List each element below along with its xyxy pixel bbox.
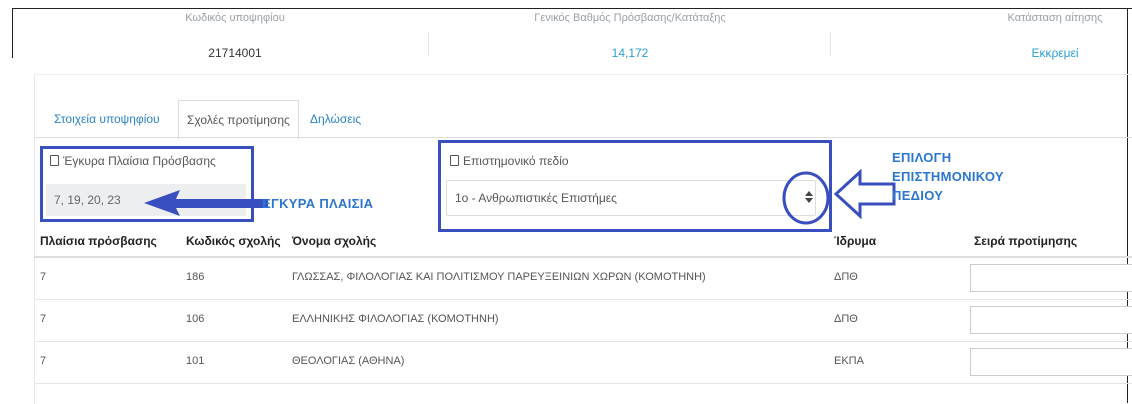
- cell-code: 186: [186, 271, 205, 283]
- preference-order-input[interactable]: [970, 306, 1132, 334]
- cell-frame: 7: [40, 313, 47, 325]
- scientific-field-highlight-box: [438, 140, 832, 232]
- candidate-code-label: Κωδικός υποψηφίου: [185, 12, 285, 24]
- field-select-annotation-line2: ΕΠΙΣΤΗΜΟΝΙΚΟΥ: [892, 169, 1004, 184]
- table-row: 7 106 ΕΛΛΗΝΙΚΗΣ ΦΙΛΟΛΟΓΙΑΣ (ΚΟΜΟΤΗΝΗ) ΔΠ…: [34, 300, 1132, 342]
- valid-fields-annotation: ΕΓΚΥΡΑ ΠΛΑΙΣΙΑ: [262, 196, 374, 211]
- preference-order-input[interactable]: [970, 264, 1132, 292]
- header-school-code: Κωδικός σχολής: [186, 234, 281, 248]
- select-circle-annotation: [782, 171, 830, 225]
- tab-underline: [34, 137, 1132, 138]
- table-row: 7 101 ΘΕΟΛΟΓΙΑΣ (ΑΘΗΝΑ) ΕΚΠΑ: [34, 342, 1132, 384]
- header-access-frames: Πλαίσια πρόσβασης: [40, 234, 157, 248]
- cell-institution: ΕΚΠΑ: [834, 355, 864, 367]
- grade-value: 14,172: [611, 46, 649, 60]
- field-select-annotation-line3: ΠΕΔΙΟΥ: [892, 188, 944, 203]
- summary-divider: [428, 32, 429, 56]
- cell-institution: ΔΠΘ: [834, 271, 858, 283]
- cell-code: 106: [186, 313, 205, 325]
- outlined-left-arrow-annotation: [833, 168, 896, 220]
- cell-code: 101: [186, 355, 205, 367]
- field-select-annotation-line1: ΕΠΙΛΟΓΗ: [892, 150, 952, 165]
- status-value: Εκκρεμεί: [1031, 46, 1079, 60]
- tab-declarations[interactable]: Δηλώσεις: [302, 100, 369, 138]
- header-preference-order: Σειρά προτίμησης: [974, 234, 1078, 248]
- header-school-name: Όνομα σχολής: [292, 234, 377, 248]
- status-block: Κατάσταση αίτησης Εκκρεμεί: [990, 12, 1120, 60]
- header-institution: Ίδρυμα: [834, 234, 877, 248]
- screenshot-frame-top: [12, 8, 1132, 9]
- tab-school-preferences[interactable]: Σχολές προτίμησης: [178, 100, 299, 140]
- table-header: Πλαίσια πρόσβασης Κωδικός σχολής Όνομα σ…: [34, 228, 1132, 258]
- grade-block: Γενικός Βαθμός Πρόσβασης/Κατάταξης 14,17…: [500, 12, 760, 60]
- status-label: Κατάσταση αίτησης: [1007, 12, 1103, 24]
- candidate-code-block: Κωδικός υποψηφίου 21714001: [150, 12, 320, 60]
- cell-frame: 7: [40, 271, 47, 283]
- cell-name: ΕΛΛΗΝΙΚΗΣ ΦΙΛΟΛΟΓΙΑΣ (ΚΟΜΟΤΗΝΗ): [292, 313, 499, 325]
- preference-order-input[interactable]: [970, 348, 1132, 376]
- table-row: 7 186 ΓΛΩΣΣΑΣ, ΦΙΛΟΛΟΓΙΑΣ ΚΑΙ ΠΟΛΙΤΙΣΜΟΥ…: [34, 258, 1132, 300]
- candidate-code-value: 21714001: [208, 46, 262, 60]
- cell-frame: 7: [40, 355, 47, 367]
- candidate-summary: Κωδικός υποψηφίου 21714001 Γενικός Βαθμό…: [0, 12, 1132, 72]
- tab-candidate-details[interactable]: Στοιχεία υποψηφίου: [46, 100, 168, 138]
- summary-divider: [830, 32, 831, 56]
- grade-label: Γενικός Βαθμός Πρόσβασης/Κατάταξης: [534, 12, 726, 24]
- field-select-annotation: ΕΠΙΛΟΓΗ ΕΠΙΣΤΗΜΟΝΙΚΟΥ ΠΕΔΙΟΥ: [892, 148, 1004, 205]
- cell-name: ΘΕΟΛΟΓΙΑΣ (ΑΘΗΝΑ): [292, 355, 405, 367]
- tab-school-preferences-label: Σχολές προτίμησης: [187, 113, 290, 127]
- left-arrow-annotation: [144, 190, 268, 216]
- cell-name: ΓΛΩΣΣΑΣ, ΦΙΛΟΛΟΓΙΑΣ ΚΑΙ ΠΟΛΙΤΙΣΜΟΥ ΠΑΡΕΥ…: [292, 271, 706, 283]
- cell-institution: ΔΠΘ: [834, 313, 858, 325]
